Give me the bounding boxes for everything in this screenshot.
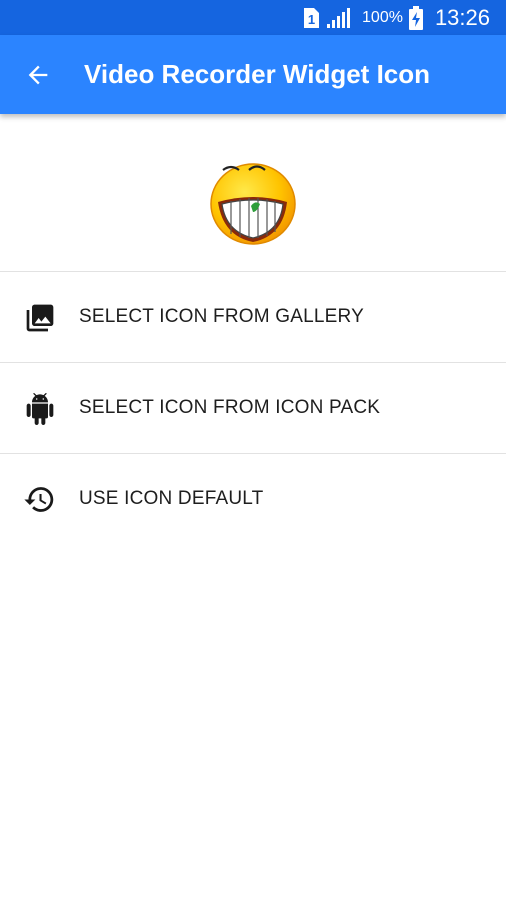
status-icons: 1 100% 13:26 [302, 0, 490, 35]
arrow-left-icon [28, 65, 48, 85]
status-bar: 1 100% 13:26 [0, 0, 506, 35]
history-icon [23, 483, 56, 516]
use-icon-default-button[interactable]: USE ICON DEFAULT [0, 454, 506, 544]
grinning-emoji-icon [209, 162, 299, 248]
icon-preview-area [0, 114, 506, 271]
menu-item-label: SELECT ICON FROM GALLERY [79, 306, 364, 327]
battery-charging-icon [408, 5, 423, 30]
menu-item-label: USE ICON DEFAULT [79, 488, 264, 509]
sim-icon: 1 [302, 7, 320, 29]
back-button[interactable] [20, 57, 56, 93]
menu-item-label: SELECT ICON FROM ICON PACK [79, 397, 381, 418]
select-icon-from-gallery-button[interactable]: SELECT ICON FROM GALLERY [0, 272, 506, 362]
app-bar: Video Recorder Widget Icon [0, 35, 506, 114]
battery-percent: 100% [362, 8, 403, 26]
svg-text:1: 1 [308, 12, 315, 27]
photo-library-icon [23, 301, 56, 334]
page-title: Video Recorder Widget Icon [84, 59, 431, 89]
signal-icon [326, 7, 352, 29]
clock: 13:26 [434, 4, 490, 30]
android-icon [23, 392, 56, 425]
select-icon-from-icon-pack-button[interactable]: SELECT ICON FROM ICON PACK [0, 363, 506, 453]
